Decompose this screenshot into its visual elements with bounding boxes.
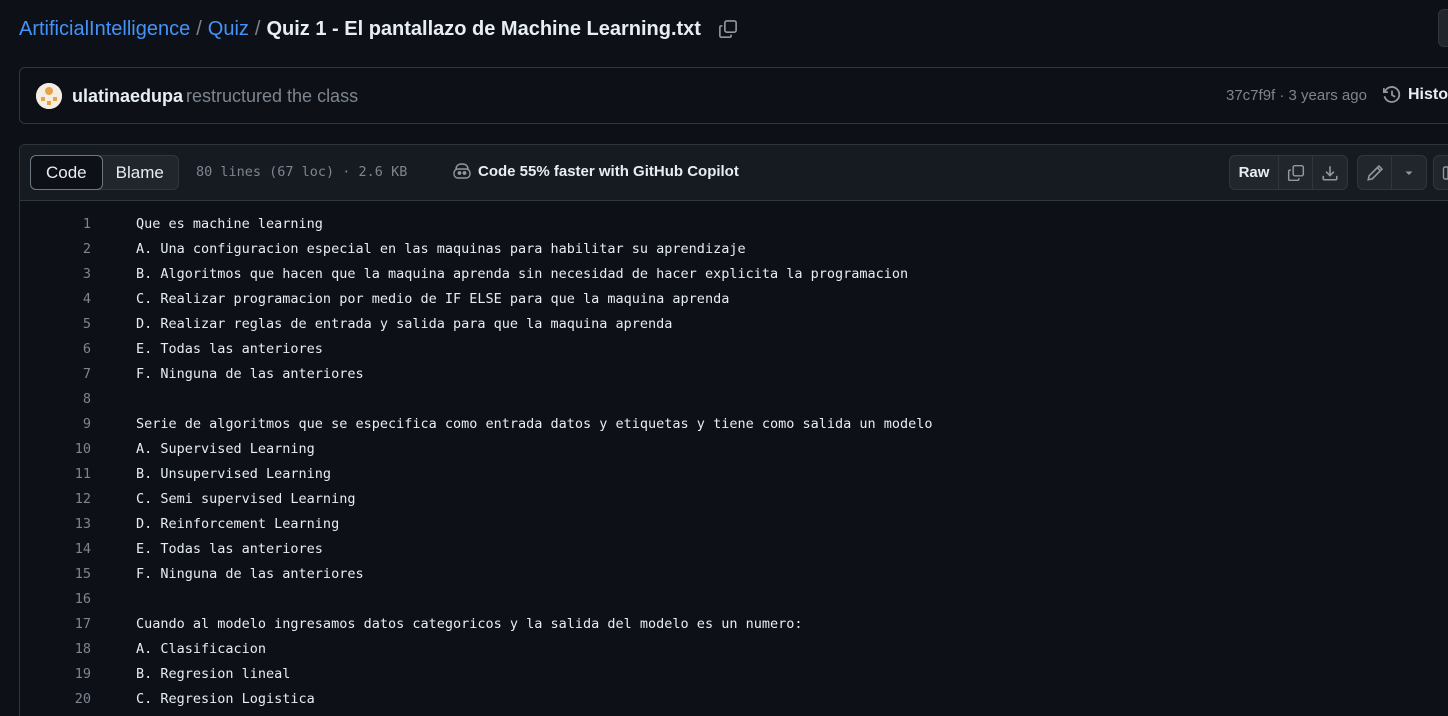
line-text: B. Regresion lineal <box>136 666 291 682</box>
line-number[interactable]: 18 <box>20 637 91 662</box>
download-button[interactable] <box>1313 156 1347 189</box>
code-line: 10 A. Supervised Learning <box>20 437 1448 462</box>
line-text: E. Todas las anteriores <box>136 541 323 557</box>
edit-options-dropdown[interactable] <box>1392 156 1426 189</box>
code-line: 11 B. Unsupervised Learning <box>20 462 1448 487</box>
line-number[interactable]: 12 <box>20 487 91 512</box>
line-number[interactable]: 5 <box>20 312 91 337</box>
line-number[interactable]: 2 <box>20 237 91 262</box>
line-number[interactable]: 13 <box>20 512 91 537</box>
code-line: 15 F. Ninguna de las anteriores <box>20 562 1448 587</box>
line-text: C. Realizar programacion por medio de IF… <box>136 291 730 307</box>
copilot-promo-link[interactable]: Code 55% faster with GitHub Copilot <box>452 162 739 180</box>
code-line: 7 F. Ninguna de las anteriores <box>20 362 1448 387</box>
sidebar-icon <box>1442 165 1448 180</box>
copy-icon <box>1287 164 1304 181</box>
line-number[interactable]: 17 <box>20 612 91 637</box>
file-actions-group: Raw <box>1229 155 1348 190</box>
line-text: D. Reinforcement Learning <box>136 516 340 532</box>
code-line: 1 Que es machine learning <box>20 212 1448 237</box>
line-text: F. Ninguna de las anteriores <box>136 366 364 382</box>
commit-hash-and-age[interactable]: 37c7f9f · 3 years ago <box>1226 87 1367 104</box>
symbols-panel-button[interactable] <box>1433 155 1448 190</box>
line-number[interactable]: 10 <box>20 437 91 462</box>
line-number[interactable]: 20 <box>20 687 91 712</box>
breadcrumb-file-name: Quiz 1 - El pantallazo de Machine Learni… <box>266 17 701 40</box>
code-line: 4 C. Realizar programacion por medio de I… <box>20 287 1448 312</box>
line-number[interactable]: 4 <box>20 287 91 312</box>
latest-commit-box: ulatinaedupa restructured the class 37c7… <box>19 67 1448 124</box>
copilot-promo-text: Code 55% faster with GitHub Copilot <box>478 162 739 180</box>
code-line: 20 C. Regresion Logistica <box>20 687 1448 712</box>
code-line: 19 B. Regresion lineal <box>20 662 1448 687</box>
copy-raw-button[interactable] <box>1279 156 1313 189</box>
line-number[interactable]: 6 <box>20 337 91 362</box>
breadcrumb: ArtificialIntelligence / Quiz / Quiz 1 -… <box>19 15 739 43</box>
file-info: 80 lines (67 loc) · 2.6 KB <box>196 164 408 180</box>
code-line: 12 C. Semi supervised Learning <box>20 487 1448 512</box>
tab-blame[interactable]: Blame <box>102 156 178 189</box>
line-text: A. Clasificacion <box>136 641 267 657</box>
edit-actions-group <box>1357 155 1427 190</box>
triangle-down-icon <box>1405 171 1413 175</box>
truncated-header-button[interactable] <box>1438 9 1448 47</box>
line-text: B. Unsupervised Learning <box>136 466 332 482</box>
code-view: 1 Que es machine learning 2 A. Una configur… <box>20 212 1448 712</box>
copy-icon <box>719 20 737 38</box>
line-number[interactable]: 19 <box>20 662 91 687</box>
line-text: A. Una configuracion especial en las maq… <box>136 241 746 257</box>
line-number[interactable]: 1 <box>20 212 91 237</box>
code-line: 6 E. Todas las anteriores <box>20 337 1448 362</box>
history-label: History <box>1408 86 1448 103</box>
line-number[interactable]: 14 <box>20 537 91 562</box>
pencil-icon <box>1366 164 1383 181</box>
code-line: 17 Cuando al modelo ingresamos datos cate… <box>20 612 1448 637</box>
line-number[interactable]: 11 <box>20 462 91 487</box>
file-viewer: Code Blame 80 lines (67 loc) · 2.6 KB Co… <box>19 144 1448 716</box>
code-line: 16 <box>20 587 1448 612</box>
code-line: 14 E. Todas las anteriores <box>20 537 1448 562</box>
line-number[interactable]: 15 <box>20 562 91 587</box>
line-text: Serie de algoritmos que se especifica co… <box>136 416 933 432</box>
copilot-icon <box>453 163 471 179</box>
history-icon <box>1383 86 1401 103</box>
line-text: Que es machine learning <box>136 216 323 232</box>
line-number[interactable]: 9 <box>20 412 91 437</box>
file-header: Code Blame 80 lines (67 loc) · 2.6 KB Co… <box>20 145 1448 201</box>
line-text: C. Regresion Logistica <box>136 691 315 707</box>
code-line: 8 <box>20 387 1448 412</box>
line-text: B. Algoritmos que hacen que la maquina a… <box>136 266 909 282</box>
line-number[interactable]: 3 <box>20 262 91 287</box>
line-text: F. Ninguna de las anteriores <box>136 566 364 582</box>
line-number[interactable]: 8 <box>20 387 91 412</box>
line-text: E. Todas las anteriores <box>136 341 323 357</box>
download-icon <box>1322 165 1338 181</box>
code-line: 13 D. Reinforcement Learning <box>20 512 1448 537</box>
edit-file-button[interactable] <box>1358 156 1392 189</box>
line-text: D. Realizar reglas de entrada y salida p… <box>136 316 673 332</box>
code-line: 3 B. Algoritmos que hacen que la maquina … <box>20 262 1448 287</box>
line-text: Cuando al modelo ingresamos datos catego… <box>136 616 803 632</box>
commit-message-link[interactable]: restructured the class <box>186 86 358 107</box>
history-button[interactable]: History <box>1382 85 1448 105</box>
tab-code[interactable]: Code <box>30 155 103 190</box>
code-line: 18 A. Clasificacion <box>20 637 1448 662</box>
view-mode-toggle: Code Blame <box>30 155 179 190</box>
line-text: C. Semi supervised Learning <box>136 491 356 507</box>
raw-button[interactable]: Raw <box>1230 156 1279 189</box>
breadcrumb-repo-link[interactable]: ArtificialIntelligence <box>19 18 190 41</box>
avatar[interactable] <box>36 83 62 109</box>
commit-author-link[interactable]: ulatinaedupa <box>72 86 183 107</box>
code-line: 9 Serie de algoritmos que se especifica c… <box>20 412 1448 437</box>
breadcrumb-separator: / <box>196 17 202 40</box>
line-number[interactable]: 7 <box>20 362 91 387</box>
breadcrumb-separator: / <box>254 17 261 40</box>
copy-path-button[interactable] <box>717 18 739 40</box>
code-line: 2 A. Una configuracion especial en las ma… <box>20 237 1448 262</box>
line-text: A. Supervised Learning <box>136 441 315 457</box>
line-number[interactable]: 16 <box>20 587 91 612</box>
code-line: 5 D. Realizar reglas de entrada y salida … <box>20 312 1448 337</box>
breadcrumb-folder-link[interactable]: Quiz <box>208 18 249 41</box>
